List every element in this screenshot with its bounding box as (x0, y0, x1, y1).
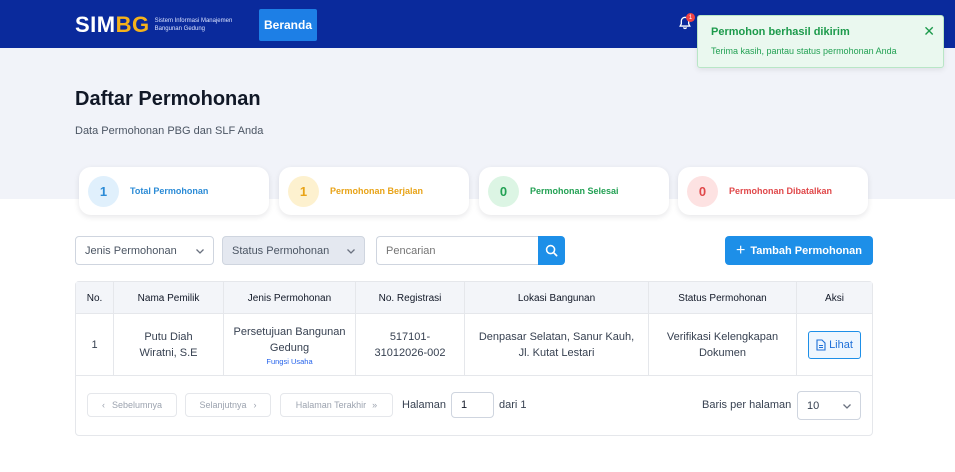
logo-text-bg: BG (115, 12, 150, 37)
status-permohonan-select-label: Status Permohonan (232, 244, 330, 257)
double-chevron-right-icon: » (372, 400, 378, 410)
search-icon (545, 244, 558, 257)
stat-card-dibatalkan: 0 Permohonan Dibatalkan (678, 167, 868, 215)
cell-lokasi: Denpasar Selatan, Sanur Kauh, Jl. Kutat … (465, 314, 649, 376)
chevron-down-icon (196, 249, 204, 254)
cell-status: Verifikasi Kelengkapan Dokumen (649, 314, 797, 376)
cell-no: 1 (76, 314, 114, 376)
search-input[interactable] (376, 236, 539, 265)
page-title: Daftar Permohonan (75, 88, 261, 110)
chevron-down-icon (347, 249, 355, 254)
lihat-button[interactable]: Lihat (808, 331, 861, 359)
stat-dibatalkan-value: 0 (687, 175, 718, 207)
cell-aksi: Lihat (797, 314, 872, 376)
stat-card-total: 1 Total Permohonan (79, 167, 269, 215)
cell-nama-pemilik: Putu Diah Wiratni, S.E (114, 314, 224, 376)
stat-berjalan-value: 1 (288, 175, 319, 207)
lihat-button-label: Lihat (829, 339, 853, 351)
search-button[interactable] (538, 236, 565, 265)
toast-title: Permohon berhasil dikirim (711, 26, 850, 38)
stat-selesai-label: Permohonan Selesai (530, 186, 619, 196)
rows-per-page-value: 10 (807, 399, 820, 412)
column-header-status: Status Permohonan (649, 282, 797, 314)
stat-dibatalkan-label: Permohonan Dibatalkan (729, 186, 833, 196)
next-page-label: Selanjutnya (199, 400, 247, 410)
column-header-lokasi: Lokasi Bangunan (465, 282, 649, 314)
cell-registrasi: 517101-31012026-002 (356, 314, 465, 376)
close-icon[interactable]: ✕ (923, 23, 935, 40)
document-icon (816, 339, 826, 351)
page-subtitle: Data Permohonan PBG dan SLF Anda (75, 125, 264, 137)
jenis-permohonan-select[interactable]: Jenis Permohonan (75, 236, 214, 265)
tambah-permohonan-label: Tambah Permohonan (750, 244, 862, 257)
logo-text-sim: SIM (75, 12, 116, 37)
nav-beranda-button[interactable]: Beranda (259, 9, 317, 41)
success-toast: Permohon berhasil dikirim Terima kasih, … (697, 15, 944, 68)
jenis-permohonan-select-label: Jenis Permohonan (85, 244, 177, 257)
halaman-label: Halaman (402, 399, 447, 411)
cell-jenis-text: Persetujuan Bangunan Gedung (233, 325, 346, 354)
total-pages-label: dari 1 (499, 399, 527, 411)
table-header: No. Nama Pemilik Jenis Permohonan No. Re… (76, 282, 872, 314)
stat-selesai-value: 0 (488, 175, 519, 207)
notification-badge: 1 (686, 13, 695, 22)
chevron-left-icon: ‹ (101, 400, 105, 410)
last-page-label: Halaman Terakhir (295, 400, 367, 410)
cell-registrasi-text: 517101-31012026-002 (374, 331, 446, 359)
toast-message: Terima kasih, pantau status permohonan A… (711, 46, 897, 56)
stat-total-value: 1 (88, 175, 119, 207)
cell-status-text: Verifikasi Kelengkapan Dokumen (666, 331, 779, 359)
next-page-button[interactable]: Selanjutnya › (185, 393, 271, 417)
stat-berjalan-label: Permohonan Berjalan (330, 186, 424, 196)
plus-icon: + (736, 241, 746, 259)
cell-nama-text: Putu Diah Wiratni, S.E (139, 331, 198, 359)
column-header-aksi: Aksi (825, 292, 844, 304)
tambah-permohonan-button[interactable]: + Tambah Permohonan (725, 236, 873, 265)
logo-subtitle: Sistem Informasi Manajemen Bangunan Gedu… (154, 18, 233, 32)
cell-jenis-permohonan: Persetujuan Bangunan Gedung Fungsi Usaha (224, 314, 356, 376)
column-header-nama: Nama Pemilik (114, 282, 224, 314)
prev-page-button[interactable]: ‹ Sebelumnya (87, 393, 177, 417)
table-row: 1 Putu Diah Wiratni, S.E Persetujuan Ban… (76, 314, 872, 376)
stat-card-berjalan: 1 Permohonan Berjalan (279, 167, 469, 215)
page-number-input[interactable] (451, 392, 494, 418)
rows-per-page-select[interactable]: 10 (797, 391, 861, 420)
status-permohonan-select[interactable]: Status Permohonan (222, 236, 365, 265)
chevron-right-icon: › (253, 400, 257, 410)
column-header-registrasi: No. Registrasi (356, 282, 465, 314)
fungsi-usaha-tag: Fungsi Usaha (266, 356, 313, 366)
prev-page-label: Sebelumnya (111, 400, 163, 410)
cell-lokasi-text: Denpasar Selatan, Sanur Kauh, Jl. Kutat … (478, 331, 635, 359)
stat-card-selesai: 0 Permohonan Selesai (479, 167, 669, 215)
stat-total-label: Total Permohonan (130, 186, 209, 196)
column-header-jenis: Jenis Permohonan (224, 282, 356, 314)
last-page-button[interactable]: Halaman Terakhir » (280, 393, 393, 417)
chevron-down-icon (843, 404, 851, 409)
rows-per-page-label: Baris per halaman (702, 399, 792, 411)
app-logo[interactable]: SIM BG Sistem Informasi Manajemen Banguna… (75, 12, 250, 38)
column-header-no: No. (76, 282, 114, 314)
